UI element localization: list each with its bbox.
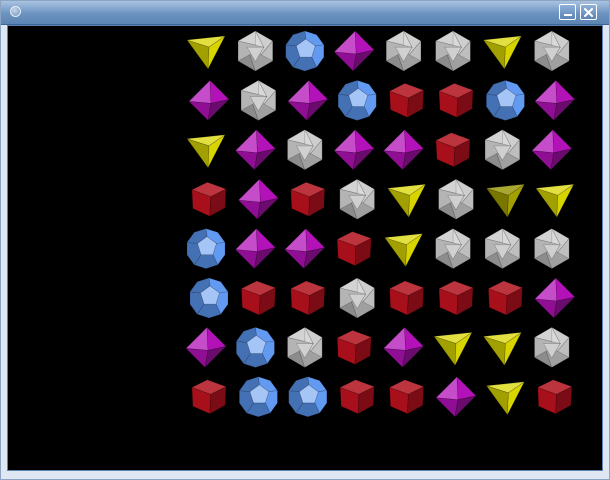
gem-dodecahedron-r6-c1[interactable] [235, 326, 275, 368]
gem-octahedron-r4-c2[interactable] [284, 227, 326, 270]
gem-cube-r7-c0[interactable] [191, 379, 227, 415]
gem-octahedron-r2-c3[interactable] [333, 129, 376, 171]
gem-octahedron-r1-c7[interactable] [534, 79, 576, 122]
gem-tetrahedron-r7-c6[interactable] [485, 381, 525, 416]
close-button[interactable] [580, 4, 597, 20]
gem-cube-r5-c5[interactable] [438, 280, 474, 316]
gem-octahedron-r5-c7[interactable] [534, 277, 576, 319]
gem-cube-r5-c6[interactable] [487, 280, 524, 316]
gem-octahedron-r4-c1[interactable] [234, 227, 277, 270]
window-menu-icon[interactable] [10, 6, 21, 17]
gem-cube-r7-c7[interactable] [537, 379, 573, 415]
gem-dodecahedron-r1-c3[interactable] [337, 79, 377, 121]
minimize-button[interactable] [559, 4, 576, 20]
gem-tetrahedron-r6-c5[interactable] [433, 332, 473, 367]
gem-tetrahedron-r6-c6[interactable] [482, 332, 522, 367]
gem-cube-r5-c2[interactable] [290, 280, 326, 316]
gem-icosahedron-r4-c5[interactable] [434, 228, 471, 270]
gem-cube-r2-c5[interactable] [435, 132, 471, 168]
gem-icosahedron-r0-c1[interactable] [237, 30, 274, 72]
gem-icosahedron-r6-c7[interactable] [533, 326, 570, 369]
gem-icosahedron-r0-c4[interactable] [385, 30, 422, 72]
gem-octahedron-r0-c3[interactable] [333, 30, 376, 72]
gem-icosahedron-r2-c6[interactable] [484, 129, 521, 171]
gem-tetrahedron-r3-c6[interactable] [485, 183, 525, 219]
gem-dodecahedron-r1-c6[interactable] [485, 79, 525, 121]
minimize-icon [563, 14, 572, 16]
gem-icosahedron-r3-c5[interactable] [437, 178, 474, 220]
gem-tetrahedron-r0-c6[interactable] [482, 35, 522, 70]
gem-icosahedron-r0-c7[interactable] [533, 30, 570, 72]
gem-octahedron-r2-c4[interactable] [382, 129, 425, 171]
gem-icosahedron-r3-c3[interactable] [339, 178, 376, 220]
gem-tetrahedron-r3-c4[interactable] [386, 183, 426, 219]
gem-cube-r3-c0[interactable] [191, 181, 227, 217]
close-icon [584, 7, 593, 17]
gem-cube-r6-c3[interactable] [336, 330, 372, 365]
gem-icosahedron-r5-c3[interactable] [339, 277, 376, 319]
gem-tetrahedron-r4-c4[interactable] [383, 233, 423, 268]
game-window [0, 0, 610, 480]
gem-dodecahedron-r5-c0[interactable] [189, 277, 229, 319]
gem-cube-r4-c3[interactable] [336, 231, 372, 267]
game-canvas[interactable] [7, 25, 603, 471]
gem-cube-r7-c4[interactable] [388, 379, 425, 415]
gem-octahedron-r6-c4[interactable] [382, 326, 425, 369]
gem-dodecahedron-r4-c0[interactable] [186, 228, 226, 269]
gem-octahedron-r1-c0[interactable] [188, 79, 230, 122]
gem-cube-r1-c5[interactable] [438, 83, 474, 118]
gem-icosahedron-r0-c5[interactable] [434, 30, 471, 72]
gem-cube-r3-c2[interactable] [290, 181, 326, 217]
gem-cube-r7-c3[interactable] [339, 379, 375, 415]
gem-icosahedron-r4-c6[interactable] [484, 228, 521, 270]
gem-octahedron-r1-c2[interactable] [287, 79, 329, 122]
gem-dodecahedron-r7-c1[interactable] [238, 376, 278, 418]
gem-cube-r5-c1[interactable] [240, 280, 277, 316]
gem-icosahedron-r1-c1[interactable] [240, 79, 277, 122]
gem-dodecahedron-r7-c2[interactable] [288, 376, 328, 418]
gem-tetrahedron-r3-c7[interactable] [535, 183, 575, 219]
gem-octahedron-r2-c1[interactable] [234, 129, 277, 171]
gem-octahedron-r7-c5[interactable] [435, 376, 477, 418]
gem-octahedron-r3-c1[interactable] [237, 178, 280, 221]
gem-icosahedron-r4-c7[interactable] [533, 228, 570, 270]
gem-octahedron-r2-c7[interactable] [531, 129, 573, 171]
gem-dodecahedron-r0-c2[interactable] [285, 30, 325, 72]
gem-cube-r1-c4[interactable] [388, 83, 425, 118]
gem-board[interactable] [8, 26, 602, 470]
gem-tetrahedron-r2-c0[interactable] [186, 134, 226, 169]
title-bar[interactable] [1, 1, 609, 25]
gem-icosahedron-r6-c2[interactable] [286, 326, 323, 369]
gem-tetrahedron-r0-c0[interactable] [186, 35, 226, 70]
gem-cube-r5-c4[interactable] [388, 280, 425, 316]
gem-icosahedron-r2-c2[interactable] [286, 129, 323, 171]
gem-octahedron-r6-c0[interactable] [185, 326, 227, 369]
